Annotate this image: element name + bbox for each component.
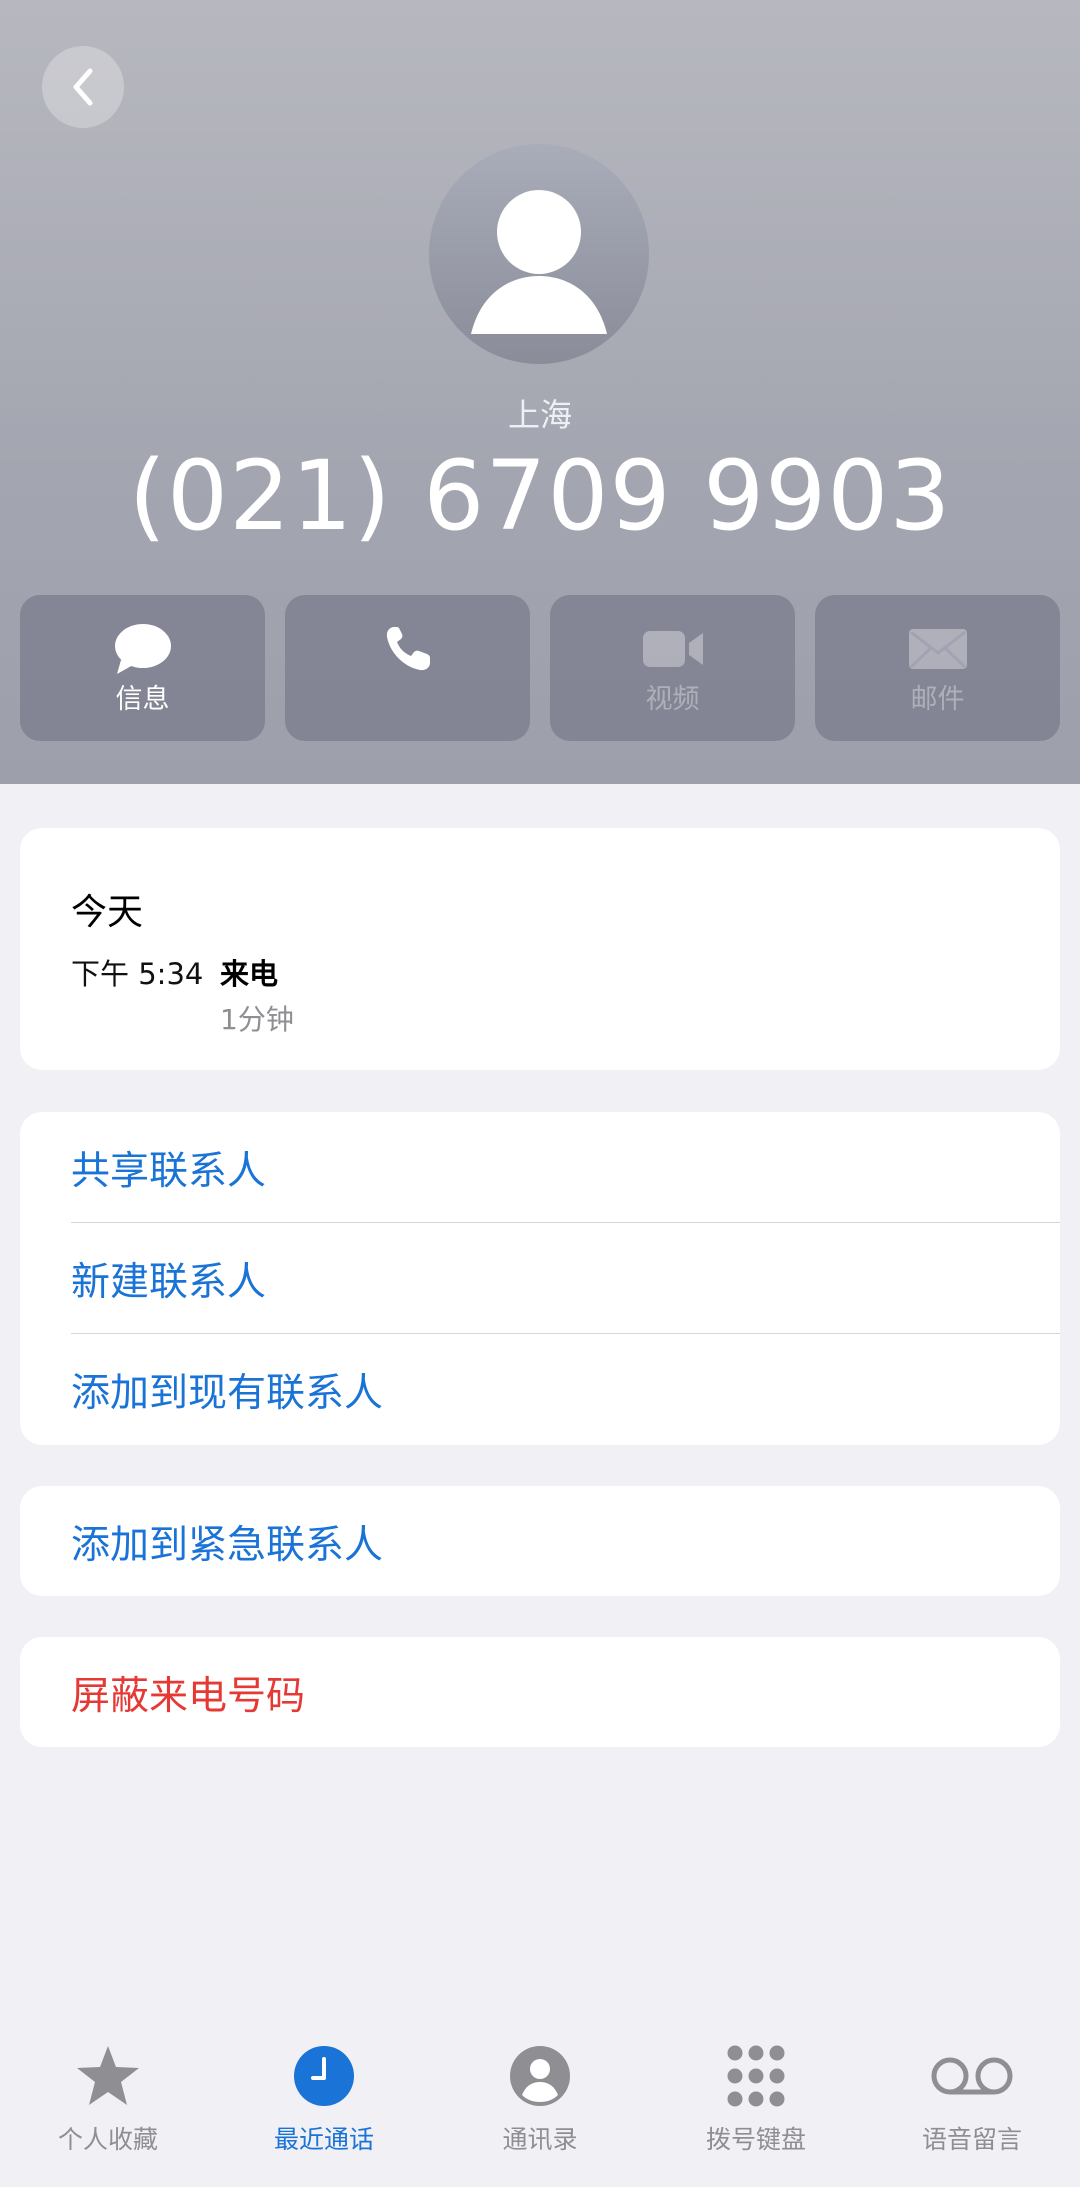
call-day: 今天: [71, 892, 144, 933]
tab-favorites[interactable]: 个人收藏: [0, 2020, 216, 2187]
message-icon: [114, 624, 171, 674]
video-action-button[interactable]: 视频: [550, 595, 795, 741]
person-silhouette-icon: [471, 190, 607, 334]
emergency-contact-card: 添加到紧急联系人: [20, 1486, 1060, 1596]
tab-recents[interactable]: 最近通话: [216, 2020, 432, 2187]
tab-keypad[interactable]: 拨号键盘: [648, 2020, 864, 2187]
keypad-icon: [727, 2045, 785, 2107]
message-action-label: 信息: [115, 684, 170, 715]
new-contact-button[interactable]: 新建联系人: [20, 1223, 1060, 1334]
tab-keypad-label: 拨号键盘: [705, 2125, 806, 2154]
location-label: 上海: [507, 396, 572, 434]
mail-action-button[interactable]: 邮件: [815, 595, 1060, 741]
tab-favorites-label: 个人收藏: [57, 2125, 158, 2154]
video-action-label: 视频: [645, 684, 700, 715]
mail-action-label: 邮件: [910, 684, 965, 715]
mail-icon: [908, 629, 967, 669]
tab-recents-label: 最近通话: [273, 2125, 374, 2154]
phone-number: (021) 6709 9903: [128, 440, 952, 552]
call-action-button[interactable]: [285, 595, 530, 741]
star-icon: [77, 2046, 139, 2105]
add-to-existing-contact-button[interactable]: 添加到现有联系人: [20, 1334, 1060, 1445]
phone-icon: [386, 627, 430, 671]
block-caller-card: 屏蔽来电号码: [20, 1637, 1060, 1747]
quick-actions: 信息 视频 邮件: [20, 595, 1060, 741]
tab-voicemail-label: 语音留言: [921, 2125, 1022, 2154]
message-action-button[interactable]: 信息: [20, 595, 265, 741]
share-contact-button[interactable]: 共享联系人: [20, 1112, 1060, 1223]
tab-bar: 个人收藏 最近通话 通讯录 拨号键盘 语音留言: [0, 2020, 1080, 2187]
recent-call-card: 今天 下午 5:34 来电 1分钟: [20, 828, 1060, 1070]
block-caller-button[interactable]: 屏蔽来电号码: [20, 1637, 1060, 1748]
add-emergency-contact-button[interactable]: 添加到紧急联系人: [20, 1486, 1060, 1597]
tab-contacts-label: 通讯录: [502, 2125, 578, 2154]
back-button[interactable]: [42, 46, 124, 128]
contact-header: 上海 (021) 6709 9903 信息 视频 邮件: [0, 0, 1080, 784]
avatar: [429, 144, 649, 364]
video-icon: [642, 631, 703, 667]
contact-options-card: 共享联系人 新建联系人 添加到现有联系人: [20, 1112, 1060, 1445]
contact-icon: [510, 2046, 570, 2106]
call-type: 来电: [220, 957, 279, 991]
tab-contacts[interactable]: 通讯录: [432, 2020, 648, 2187]
tab-voicemail[interactable]: 语音留言: [864, 2020, 1080, 2187]
clock-icon: [294, 2046, 354, 2106]
chevron-left-icon: [73, 68, 93, 106]
call-time: 下午 5:34: [71, 957, 204, 991]
call-duration: 1分钟: [220, 1003, 294, 1036]
voicemail-icon: [931, 2057, 1013, 2095]
